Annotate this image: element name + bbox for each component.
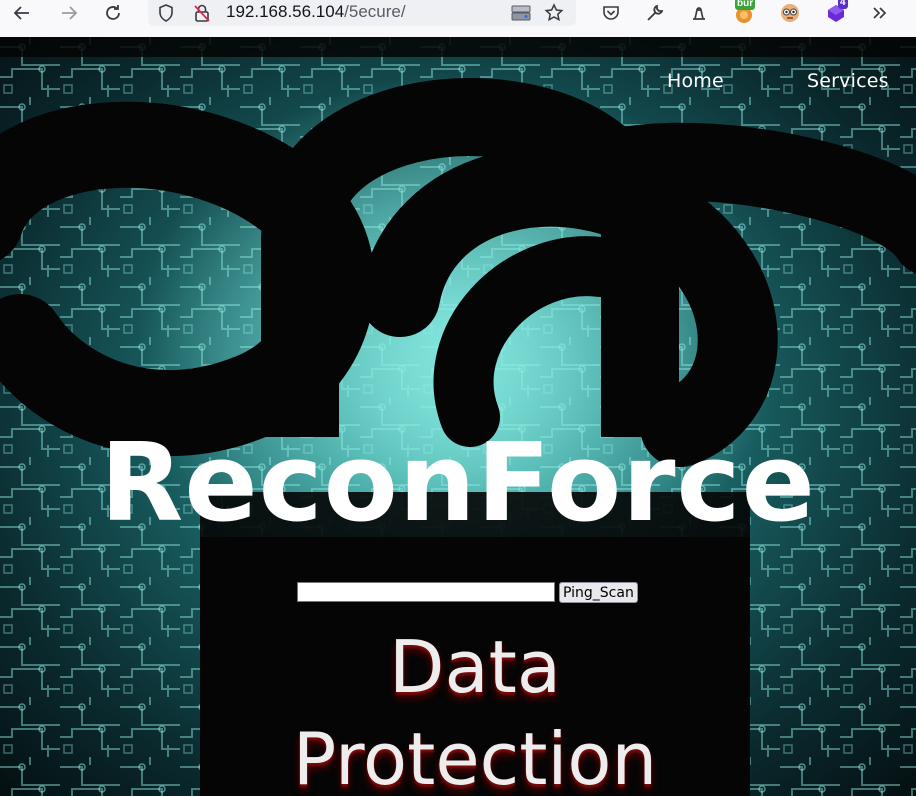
url-host: 192.168.56.104 (226, 2, 345, 21)
banner-line-protection: Protection (292, 717, 658, 796)
url-path: /5ecure/ (344, 2, 406, 21)
ping-scan-form: Ping_Scan (297, 582, 638, 603)
url-bar[interactable]: 192.168.56.104/5ecure/ (148, 0, 576, 26)
page-action-icon[interactable] (508, 0, 534, 26)
extension-badge-count: 4 (838, 0, 848, 9)
url-text[interactable]: 192.168.56.104/5ecure/ (226, 2, 406, 22)
site-title: ReconForce (100, 421, 816, 546)
nav-home-link[interactable]: Home (667, 70, 724, 92)
reload-icon[interactable] (99, 0, 127, 26)
overflow-chevrons-icon[interactable] (866, 0, 894, 26)
bookmark-star-icon[interactable] (541, 0, 567, 26)
nav-services-link[interactable]: Services (807, 70, 889, 92)
pocket-icon[interactable] (598, 0, 624, 26)
browser-toolbar: 192.168.56.104/5ecure/ bur 4 (0, 0, 916, 38)
shield-icon[interactable] (154, 0, 178, 26)
page-viewport: Home Services ReconForce Ping_Scan Data … (0, 37, 916, 796)
burp-extension-label: bur (735, 0, 756, 10)
burp-extension-icon[interactable]: bur (730, 0, 758, 26)
extension-face-icon[interactable] (776, 0, 804, 26)
banner-line-data: Data (389, 625, 561, 709)
wrench-icon[interactable] (642, 0, 668, 26)
ping-scan-button[interactable]: Ping_Scan (559, 582, 638, 603)
forward-icon[interactable] (55, 0, 83, 26)
extension-icon[interactable] (686, 0, 712, 26)
back-icon[interactable] (8, 0, 36, 26)
extension-badge-icon[interactable]: 4 (822, 0, 850, 26)
insecure-lock-icon[interactable] (190, 0, 214, 26)
ping-target-input[interactable] (297, 582, 555, 602)
